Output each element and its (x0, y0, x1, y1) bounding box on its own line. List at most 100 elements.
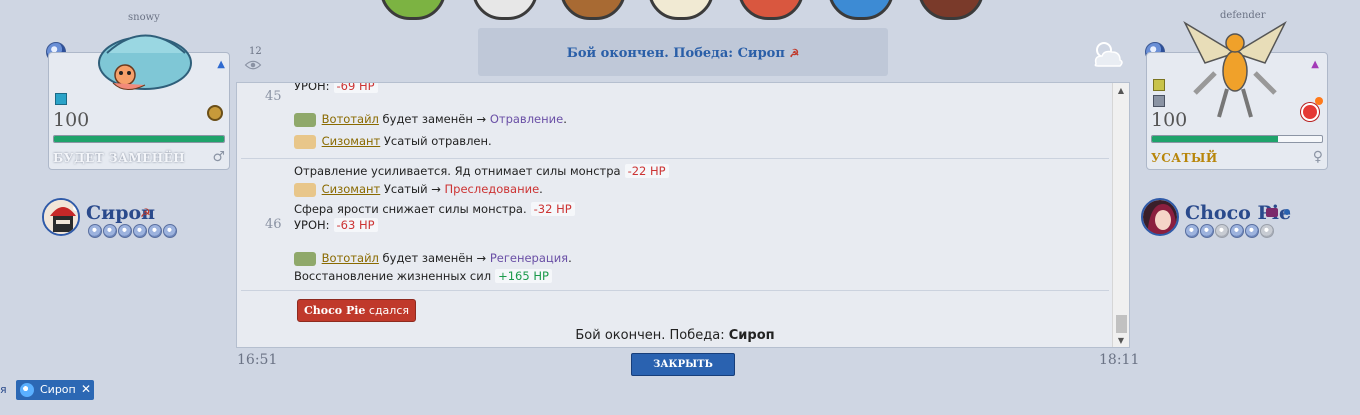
close-button[interactable]: ЗАКРЫТЬ (631, 353, 735, 376)
left-level: 100 (53, 109, 90, 131)
pokemon-link[interactable]: Сизомант (322, 182, 381, 196)
heal-value: +165 HP (495, 269, 552, 283)
move-name: Преследование (444, 182, 540, 196)
log-turn: 46 Отравление усиливается. Яд отнимает с… (241, 159, 1109, 291)
scroll-thumb[interactable] (1116, 315, 1127, 333)
held-item-icon (1301, 103, 1319, 121)
male-gender-icon: ♂ (212, 149, 225, 165)
status-dot-icon (1315, 97, 1323, 105)
close-icon[interactable]: ✕ (81, 380, 91, 399)
log-line: Сфера ярости снижает силы монстра. -32 HP (294, 202, 575, 216)
bag-icon[interactable] (380, 0, 446, 20)
turtle-pokemon-icon (294, 251, 316, 266)
right-trainer-avatar[interactable] (1141, 198, 1179, 236)
battle-log[interactable]: 45 УРОН: -69 HP Вототайл будет заменён → … (236, 82, 1130, 348)
damage-label: УРОН: (294, 218, 330, 232)
left-pokemon-card: ▲ 100 БУДЕТ ЗАМЕНЁН ♂ (48, 34, 230, 170)
team-pokeball-icon (118, 224, 132, 238)
team-pokeball-icon (1260, 224, 1274, 238)
team-pokeball-icon (88, 224, 102, 238)
log-text: Усатый → (383, 182, 441, 196)
eye-icon (244, 60, 262, 70)
right-level: 100 (1151, 109, 1188, 131)
book-icon[interactable] (918, 0, 984, 20)
battle-status-text: Бой окончен. Победа: Сироп (566, 46, 785, 61)
team-pokeball-icon (163, 224, 177, 238)
right-hp-bar (1151, 135, 1323, 143)
left-team-balls (88, 224, 177, 238)
team-pokeball-icon (1245, 224, 1259, 238)
pokemon-link[interactable]: Вототайл (322, 251, 379, 265)
fossil-icon (207, 105, 223, 121)
status-name: Регенерация (489, 251, 569, 265)
battle-end-time: 18:11 (1099, 352, 1140, 368)
damage-value: -63 HP (333, 218, 378, 232)
surrender-player-name: Choco Pie (304, 304, 366, 317)
team-pokeball-icon (148, 224, 162, 238)
left-hp-fill (54, 136, 224, 142)
top-toolbar (380, 0, 990, 22)
log-text: Восстановление жизненных сил (294, 269, 492, 283)
bug-type-icon (1153, 79, 1165, 91)
right-pokemon-card: ▲ 100 УСАТЫЙ ♀ (1146, 21, 1328, 170)
battle-result-line: Бой окончен. Победа: Сироп (237, 328, 1113, 343)
hammer-sickle-icon: ☭ (789, 47, 800, 60)
team-pokeball-icon (133, 224, 147, 238)
right-hp-fill (1152, 136, 1278, 142)
left-hp-bar (53, 135, 225, 143)
log-turn: 45 УРОН: -69 HP Вототайл будет заменён → … (241, 82, 1109, 159)
mail-icon[interactable] (648, 0, 714, 20)
log-text: . (539, 182, 543, 196)
hammer-sickle-icon: ☭ (140, 206, 151, 220)
left-owner-label: snowy (128, 12, 160, 23)
log-scrollbar[interactable]: ▲ ▼ (1112, 83, 1129, 347)
clan-badge-icon (1266, 208, 1278, 217)
shellfish-pokemon-icon (98, 34, 192, 90)
team-pokeball-icon (103, 224, 117, 238)
log-line: Вототайл будет заменён → Регенерация. (294, 251, 572, 266)
log-line: Отравление усиливается. Яд отнимает силы… (294, 164, 669, 178)
side-arrow-icon: ▲ (1311, 59, 1319, 70)
right-pokemon-name: УСАТЫЙ (1151, 151, 1218, 165)
footer-tab-fragment[interactable]: я (0, 383, 7, 396)
log-text: Усатый отравлен. (383, 134, 492, 148)
surrender-badge: Choco Pie сдался (297, 299, 416, 322)
scroll-up-arrow-icon[interactable]: ▲ (1113, 83, 1129, 99)
pokemon-link[interactable]: Вототайл (322, 112, 379, 126)
team-pokeball-icon (1185, 224, 1199, 238)
log-line: Восстановление жизненных сил +165 HP (294, 269, 552, 283)
damage-label: УРОН: (294, 82, 330, 93)
map-icon[interactable] (828, 0, 894, 20)
pokeball-icon[interactable] (472, 0, 538, 20)
status-name: Отравление (489, 112, 564, 126)
backpack-icon[interactable] (560, 0, 626, 20)
online-dot-icon (1284, 209, 1290, 215)
turn-number: 45 (265, 89, 282, 104)
result-winner: Сироп (728, 328, 775, 343)
chat-user-icon (20, 383, 34, 397)
chat-tab-chip[interactable]: Сироп ✕ (16, 380, 94, 400)
poison-status-icon (1153, 95, 1165, 107)
log-line: УРОН: -63 HP (294, 218, 378, 232)
damage-value: -69 HP (333, 83, 378, 93)
log-text: Отравление усиливается. Яд отнимает силы… (294, 164, 621, 178)
pokemon-link[interactable]: Сизомант (322, 134, 381, 148)
log-text: . (563, 112, 567, 126)
moth-pokemon-icon (294, 182, 316, 197)
scroll-down-arrow-icon[interactable]: ▼ (1113, 333, 1129, 347)
result-prefix: Бой окончен. Победа: (575, 328, 725, 343)
cloudy-weather-icon (1094, 42, 1123, 67)
right-team-balls (1185, 224, 1274, 238)
side-arrow-icon: ▲ (217, 59, 225, 70)
log-line: Сизомант Усатый отравлен. (294, 134, 492, 149)
left-trainer-avatar[interactable] (42, 198, 80, 236)
battle-status-banner: Бой окончен. Победа: Сироп ☭ (478, 28, 888, 76)
card-icon[interactable] (738, 0, 804, 20)
left-pokemon-name: БУДЕТ ЗАМЕНЁН (53, 151, 186, 165)
surrender-text: сдался (368, 304, 409, 317)
log-text: будет заменён → (382, 251, 487, 265)
water-type-icon (55, 93, 67, 105)
log-line: УРОН: -69 HP (294, 82, 378, 93)
turn-number: 46 (265, 217, 282, 232)
moth-pokemon-icon (1183, 21, 1287, 118)
